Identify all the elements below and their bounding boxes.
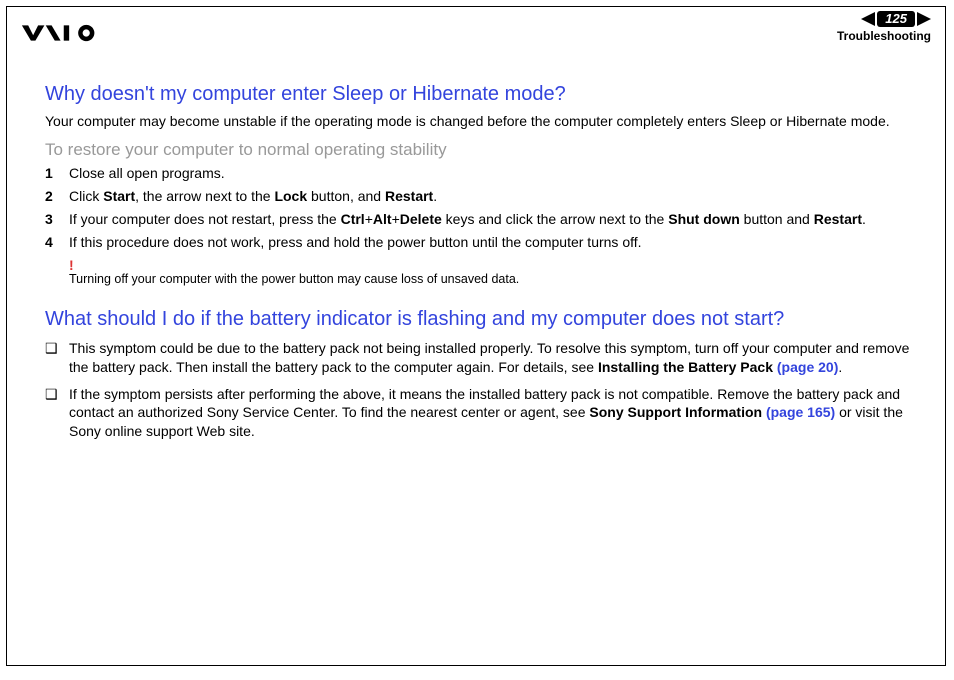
step-number: 2 xyxy=(45,187,69,206)
bullet-text: If the symptom persists after performing… xyxy=(69,385,917,442)
step-number: 1 xyxy=(45,164,69,183)
step-1: 1 Close all open programs. xyxy=(45,164,917,183)
bullet-text: This symptom could be due to the battery… xyxy=(69,339,917,377)
question-1-subhead: To restore your computer to normal opera… xyxy=(45,140,917,160)
step-text: If your computer does not restart, press… xyxy=(69,210,866,229)
step-number: 4 xyxy=(45,233,69,252)
question-1-intro: Your computer may become unstable if the… xyxy=(45,112,917,130)
steps-list: 1 Close all open programs. 2 Click Start… xyxy=(45,164,917,252)
step-text: If this procedure does not work, press a… xyxy=(69,233,642,252)
step-number: 3 xyxy=(45,210,69,229)
vaio-logo xyxy=(21,19,111,47)
step-4: 4 If this procedure does not work, press… xyxy=(45,233,917,252)
question-1-title: Why doesn't my computer enter Sleep or H… xyxy=(45,83,917,106)
page-number: 125 xyxy=(877,11,915,27)
warning-text: Turning off your computer with the power… xyxy=(69,272,917,286)
step-2: 2 Click Start, the arrow next to the Loc… xyxy=(45,187,917,206)
question-2-title: What should I do if the battery indicato… xyxy=(45,308,917,331)
bullet-list: ❑ This symptom could be due to the batte… xyxy=(45,339,917,441)
bullet-1: ❑ This symptom could be due to the batte… xyxy=(45,339,917,377)
step-text: Click Start, the arrow next to the Lock … xyxy=(69,187,437,206)
page-content: Why doesn't my computer enter Sleep or H… xyxy=(7,55,945,441)
bullet-2: ❑ If the symptom persists after performi… xyxy=(45,385,917,442)
page-navigation: 125 xyxy=(837,11,931,27)
page-header: 125 Troubleshooting xyxy=(7,7,945,55)
header-right: 125 Troubleshooting xyxy=(837,11,931,43)
bullet-icon: ❑ xyxy=(45,385,69,442)
prev-page-arrow-icon[interactable] xyxy=(861,12,875,26)
page-frame: 125 Troubleshooting Why doesn't my compu… xyxy=(6,6,946,666)
warning-icon: ! xyxy=(69,258,917,272)
bullet-icon: ❑ xyxy=(45,339,69,377)
section-label: Troubleshooting xyxy=(837,29,931,43)
next-page-arrow-icon[interactable] xyxy=(917,12,931,26)
page-link-20[interactable]: (page 20) xyxy=(777,359,838,375)
warning-block: ! Turning off your computer with the pow… xyxy=(69,258,917,286)
page-link-165[interactable]: (page 165) xyxy=(766,404,835,420)
step-text: Close all open programs. xyxy=(69,164,225,183)
step-3: 3 If your computer does not restart, pre… xyxy=(45,210,917,229)
